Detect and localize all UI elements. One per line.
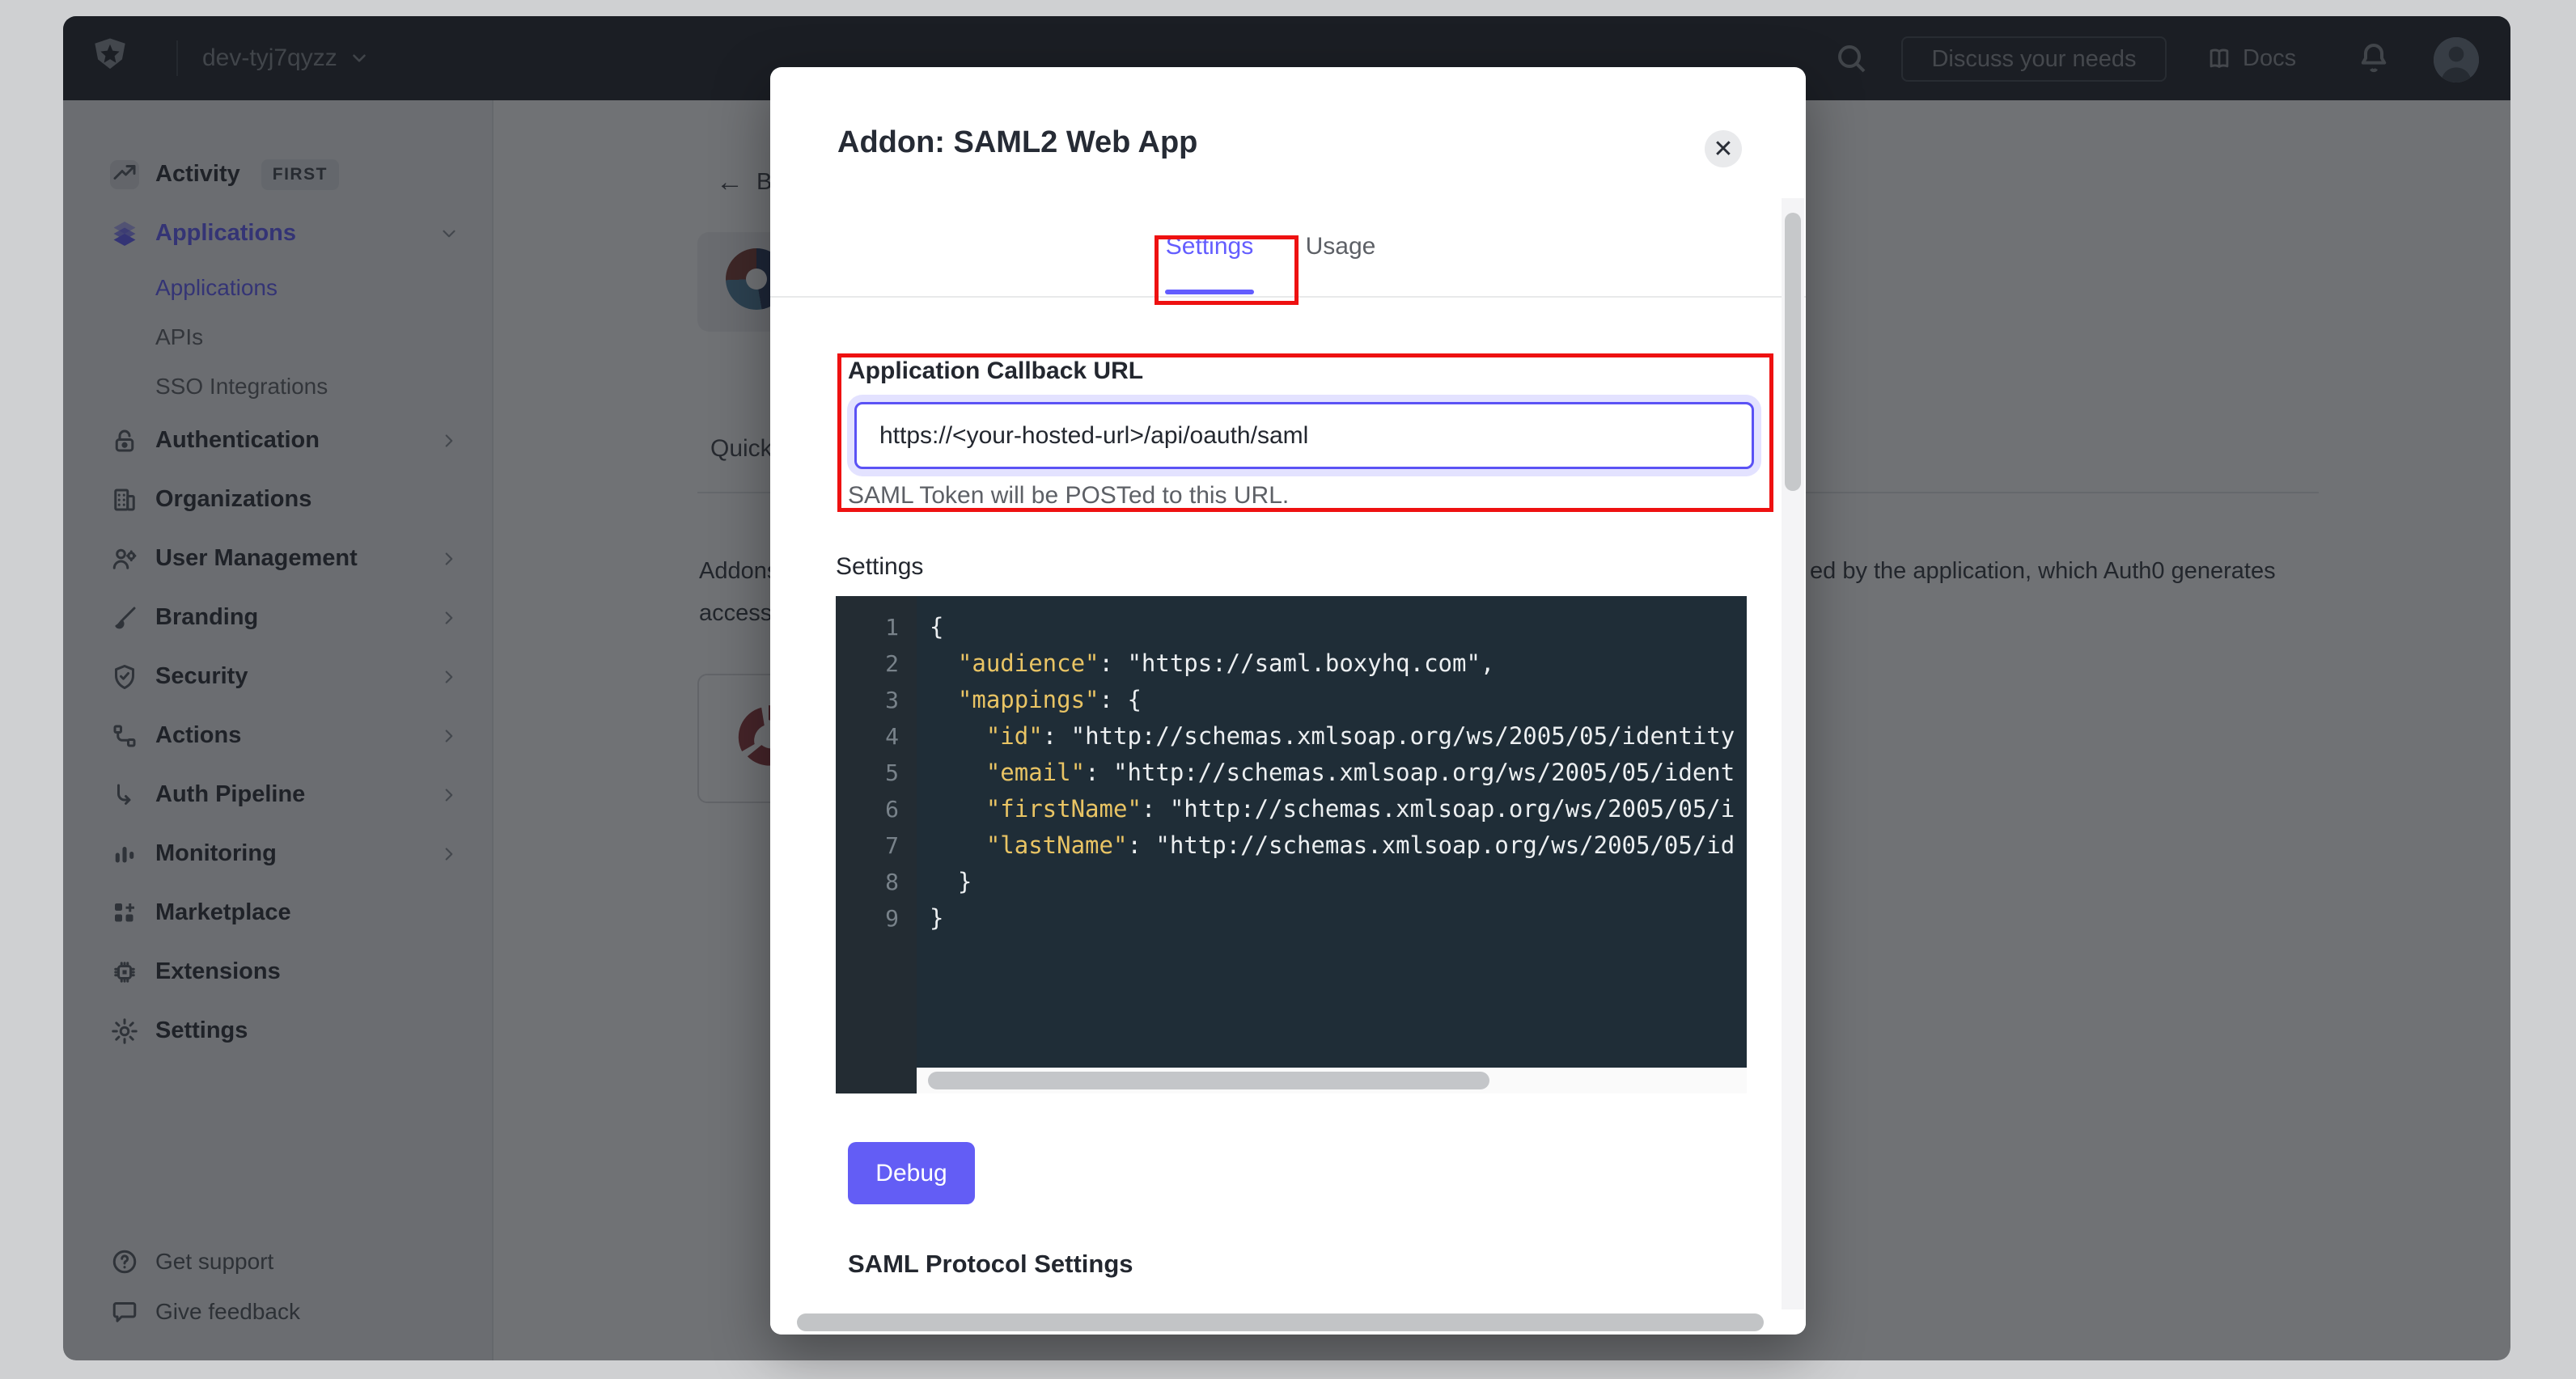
- callback-url-helper: SAML Token will be POSTed to this URL.: [848, 482, 1289, 510]
- line-number: 7: [836, 827, 917, 864]
- line-number: 5: [836, 755, 917, 791]
- addon-modal: Addon: SAML2 Web App ✕ Settings Usage Ap…: [770, 67, 1806, 1335]
- code-line: "lastName": "http://schemas.xmlsoap.org/…: [930, 827, 1747, 864]
- code-line: "audience": "https://saml.boxyhq.com",: [930, 645, 1747, 682]
- line-number: 1: [836, 609, 917, 645]
- modal-vertical-scrollbar-thumb[interactable]: [1785, 213, 1801, 491]
- editor-horizontal-scrollbar[interactable]: [917, 1068, 1747, 1093]
- code-line: "email": "http://schemas.xmlsoap.org/ws/…: [930, 755, 1747, 791]
- settings-section-label: Settings: [836, 553, 923, 581]
- saml-protocol-settings-heading: SAML Protocol Settings: [848, 1250, 1133, 1279]
- tabs-divider-line: [770, 296, 1806, 298]
- modal-horizontal-scrollbar-thumb[interactable]: [797, 1313, 1764, 1331]
- close-icon[interactable]: ✕: [1705, 130, 1742, 167]
- callback-url-label: Application Callback URL: [848, 357, 1143, 385]
- tab-settings[interactable]: Settings: [1150, 233, 1269, 260]
- line-number: 4: [836, 718, 917, 755]
- screen: dev-tyj7qyzz Discuss your needs Docs Act…: [0, 0, 2576, 1379]
- editor-scrollbar-thumb[interactable]: [928, 1072, 1489, 1089]
- editor-code: { "audience": "https://saml.boxyhq.com",…: [917, 596, 1747, 1068]
- code-line: "id": "http://schemas.xmlsoap.org/ws/200…: [930, 718, 1747, 755]
- modal-title: Addon: SAML2 Web App: [837, 125, 1197, 160]
- callback-url-input[interactable]: [854, 402, 1754, 469]
- line-number: 2: [836, 645, 917, 682]
- code-line: }: [930, 864, 1747, 900]
- line-number: 8: [836, 864, 917, 900]
- code-line: "mappings": {: [930, 682, 1747, 718]
- modal-horizontal-scrollbar[interactable]: [770, 1309, 1806, 1335]
- line-number: 9: [836, 900, 917, 937]
- settings-json-editor[interactable]: 123456789 { "audience": "https://saml.bo…: [836, 596, 1747, 1093]
- active-tab-indicator: [1165, 290, 1254, 294]
- editor-gutter: 123456789: [836, 596, 917, 1093]
- code-line: {: [930, 609, 1747, 645]
- code-line: "firstName": "http://schemas.xmlsoap.org…: [930, 791, 1747, 827]
- tab-usage[interactable]: Usage: [1296, 233, 1385, 260]
- code-line: }: [930, 900, 1747, 937]
- line-number: 6: [836, 791, 917, 827]
- line-number: 3: [836, 682, 917, 718]
- debug-button[interactable]: Debug: [848, 1142, 975, 1204]
